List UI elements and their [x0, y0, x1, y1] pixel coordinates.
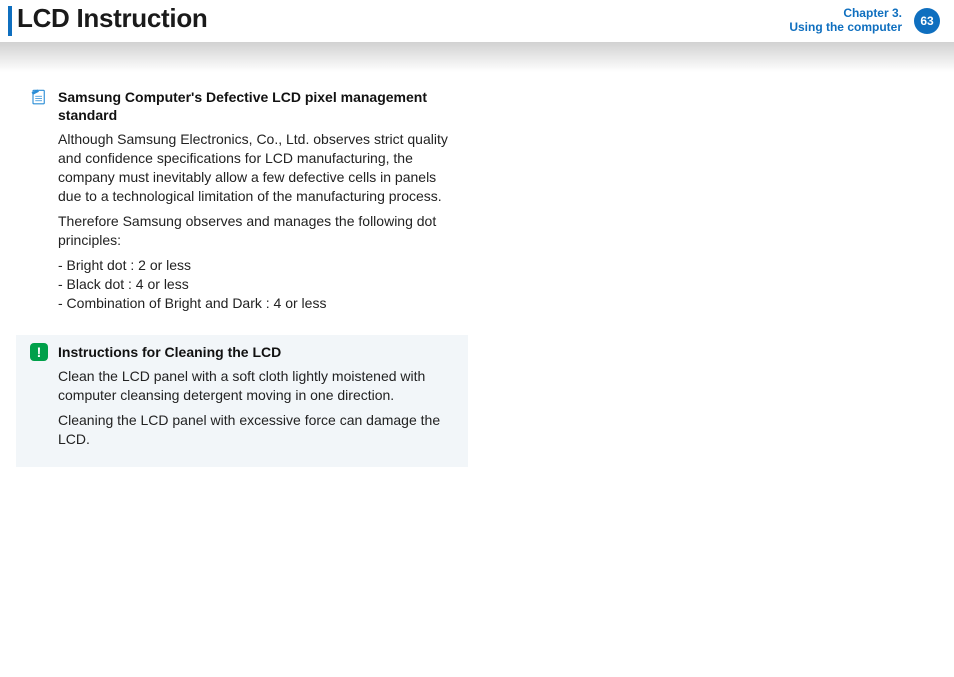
note-paragraph: Cleaning the LCD panel with excessive fo… — [58, 411, 454, 449]
list-item: - Bright dot : 2 or less — [58, 256, 454, 275]
list-item: - Combination of Bright and Dark : 4 or … — [58, 294, 454, 313]
note-icon — [30, 88, 48, 106]
chapter-label: Chapter 3. Using the computer — [789, 6, 902, 34]
note-cleaning-instructions: ! Instructions for Cleaning the LCD Clea… — [16, 335, 468, 467]
page: LCD Instruction Chapter 3. Using the com… — [0, 0, 954, 677]
page-number: 63 — [920, 14, 933, 28]
page-header: LCD Instruction Chapter 3. Using the com… — [0, 0, 954, 46]
note-paragraph: Clean the LCD panel with a soft cloth li… — [58, 367, 454, 405]
note-paragraph: Although Samsung Electronics, Co., Ltd. … — [58, 130, 454, 206]
note-paragraph: Therefore Samsung observes and manages t… — [58, 212, 454, 250]
list-item: - Black dot : 4 or less — [58, 275, 454, 294]
page-number-badge: 63 — [914, 8, 940, 34]
note-title: Samsung Computer's Defective LCD pixel m… — [58, 88, 454, 124]
page-title: LCD Instruction — [17, 3, 208, 34]
header-shadow — [0, 42, 954, 72]
header-accent-bar — [8, 6, 12, 36]
note-pixel-standard: Samsung Computer's Defective LCD pixel m… — [16, 80, 468, 325]
caution-icon: ! — [30, 343, 48, 361]
dot-principles-list: - Bright dot : 2 or less - Black dot : 4… — [58, 256, 454, 313]
chapter-line-2: Using the computer — [789, 20, 902, 34]
content-column: Samsung Computer's Defective LCD pixel m… — [16, 80, 468, 477]
chapter-line-1: Chapter 3. — [789, 6, 902, 20]
note-title: Instructions for Cleaning the LCD — [58, 343, 454, 361]
